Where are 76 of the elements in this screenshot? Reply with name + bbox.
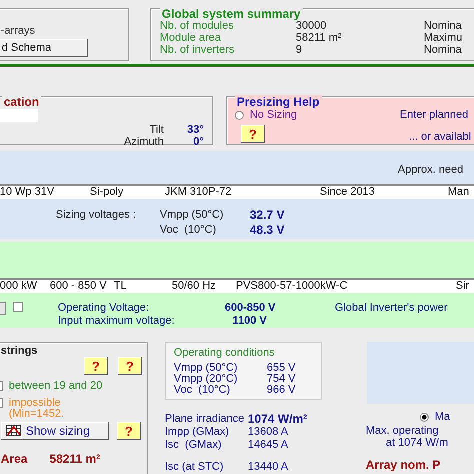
hint-text: Enter planned xyxy=(399,109,470,121)
radio-label: No Sizing xyxy=(250,109,298,121)
table-cell-text: Sir xyxy=(456,280,470,293)
voltage-label: Operating Voltage: xyxy=(58,302,150,315)
condition-label: Voc (10°C) xyxy=(174,385,230,396)
hint-text: ... or availabl xyxy=(408,130,472,143)
sizing-label: Sizing voltages : xyxy=(56,209,138,223)
voltage-label: Input maximum voltage: xyxy=(58,315,176,328)
voltage-value: 48.3 V xyxy=(250,224,286,239)
note-text: Approx. need xyxy=(398,164,464,176)
value-label: Isc (at STC) xyxy=(165,461,225,474)
option-label: impossible (Min=1452. xyxy=(9,398,64,420)
panel-title: Operating conditions xyxy=(174,347,276,359)
table-cell-text: JKM 310P-72 xyxy=(165,186,233,199)
table-cell-text: 000 kW xyxy=(0,280,38,293)
summary-label: Module area xyxy=(160,32,222,44)
chart-icon xyxy=(6,425,22,437)
show-sizing-button[interactable]: Show sizing xyxy=(1,422,109,440)
panel-label: -arrays xyxy=(0,25,36,39)
info-text: at 1074 W/m xyxy=(385,437,450,449)
voltage-label: Vmpp (50°C) xyxy=(160,209,225,223)
summary-value: 58211 m² xyxy=(296,32,343,44)
condition-value: 966 V xyxy=(267,385,297,396)
value-text: 13440 A xyxy=(248,461,290,474)
field-label: Tilt xyxy=(148,124,164,136)
radio-button[interactable] xyxy=(235,110,244,120)
value-text: 1074 W/m² xyxy=(248,413,308,426)
field-value: 0° xyxy=(192,136,204,148)
panel-title: Global system summary xyxy=(160,7,303,21)
summary-label: Nb. of modules xyxy=(160,20,234,32)
voltage-label: Voc (10°C) xyxy=(160,224,218,238)
summary-label: Nomina xyxy=(424,44,463,56)
table-cell-text: Since 2013 xyxy=(320,186,376,199)
table-cell-text: 10 Wp 31V xyxy=(0,186,56,199)
voltage-value: 600-850 V xyxy=(225,302,277,315)
condition-label: Vmpp (20°C) xyxy=(174,374,239,385)
array-label: Array nom. P xyxy=(366,458,442,472)
field-label: Azimuth xyxy=(123,136,164,148)
help-button[interactable]: ? xyxy=(84,357,108,375)
summary-label: Nomina xyxy=(424,20,463,32)
help-button[interactable]: ? xyxy=(118,357,142,375)
table-cell-text: TL xyxy=(114,280,128,293)
help-button[interactable]: ? xyxy=(241,125,265,143)
value-label: Impp (GMax) xyxy=(165,426,230,439)
radio-button[interactable] xyxy=(420,412,429,422)
table-cell-text: Si-poly xyxy=(90,186,125,199)
help-button[interactable]: ? xyxy=(117,422,141,440)
radio-label: Ma xyxy=(435,411,450,423)
power-label: Global Inverter's power xyxy=(335,302,448,315)
summary-label: Nb. of inverters xyxy=(160,44,236,56)
summary-value: 9 xyxy=(296,44,304,56)
summary-value: 30000 xyxy=(296,20,328,32)
option-label: between 19 and 20 xyxy=(9,381,103,392)
info-text: Max. operating xyxy=(366,425,440,437)
condition-value: 655 V xyxy=(267,363,297,374)
panel-title: cation xyxy=(2,95,42,109)
voltage-value: 32.7 V xyxy=(250,209,286,224)
value-text: 13608 A xyxy=(248,426,290,439)
condition-value: 754 V xyxy=(267,374,297,385)
value-text: 14645 A xyxy=(248,439,290,452)
condition-label: Vmpp (50°C) xyxy=(174,363,239,374)
field-value: 33° xyxy=(186,124,204,136)
schema-button[interactable]: d Schema xyxy=(0,39,88,57)
table-cell-text: 50/60 Hz xyxy=(172,280,218,293)
panel-title: strings xyxy=(1,345,39,357)
checkbox[interactable] xyxy=(13,302,23,312)
table-cell-text: Man xyxy=(448,186,470,199)
table-cell-text: PVS800-57-1000kW-C xyxy=(236,280,349,293)
table-cell-text: 600 - 850 V xyxy=(50,280,108,293)
voltage-value: 1100 V xyxy=(232,315,268,328)
panel-title: Presizing Help xyxy=(235,95,322,109)
area-value: 58211 m² xyxy=(50,452,100,466)
summary-label: Maximu xyxy=(424,32,464,44)
value-label: Isc (GMax) xyxy=(165,439,223,452)
value-label: Plane irradiance xyxy=(165,413,246,426)
area-label: Area xyxy=(1,452,28,466)
